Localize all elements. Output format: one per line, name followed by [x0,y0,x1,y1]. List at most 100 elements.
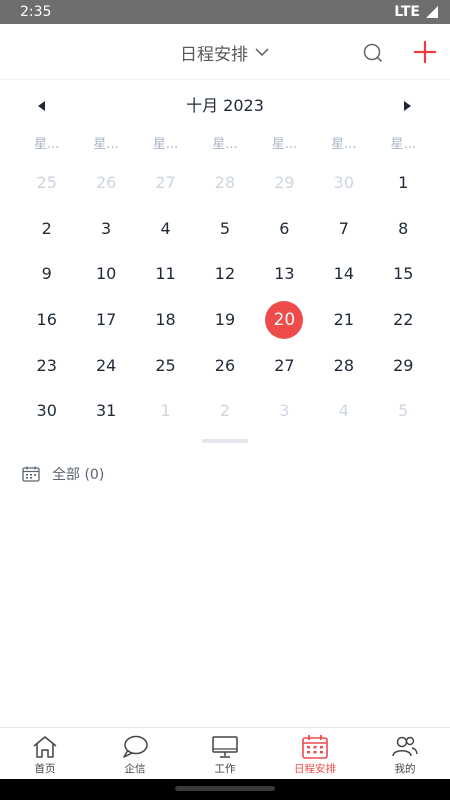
calendar-day[interactable]: 10 [76,251,135,297]
status-time: 2:35 [20,4,52,20]
calendar-day[interactable]: 22 [374,297,433,343]
day-number: 6 [279,218,290,238]
calendar-day[interactable]: 28 [195,160,254,206]
calendar-day[interactable]: 15 [374,251,433,297]
day-number: 26 [95,173,117,193]
calendar-day[interactable]: 31 [76,388,135,434]
day-number: 28 [333,355,354,375]
nav-label: 首页 [34,763,56,775]
calendar-nav: 十月 2023 [0,88,450,124]
day-number: 3 [101,218,112,238]
calendar-day[interactable]: 3 [255,388,314,434]
calendar-day[interactable]: 25 [17,160,76,206]
status-right: LTE [394,4,438,20]
day-number: 29 [393,355,414,375]
next-month-button[interactable] [398,97,416,115]
weekday-label: 星... [390,137,416,152]
calendar-day[interactable]: 21 [314,297,373,343]
day-number: 4 [338,401,349,421]
nav-schedule[interactable]: 日程安排 [270,728,360,779]
calendar-day[interactable]: 30 [17,388,76,434]
weekday-label: 星... [34,137,60,152]
day-number: 19 [214,310,236,330]
calendar-day[interactable]: 26 [76,160,135,206]
calendar-day[interactable]: 2 [195,388,254,434]
day-number: 20 [265,300,304,339]
day-number: 16 [36,310,57,330]
nav-label: 企信 [124,763,146,775]
search-icon[interactable] [361,41,385,65]
day-number: 28 [214,173,236,193]
day-number: 25 [155,355,176,375]
calendar-day[interactable]: 24 [76,342,135,388]
chevron-down-icon [255,48,269,57]
calendar-day[interactable]: 30 [314,160,373,206]
day-number: 5 [219,218,231,238]
day-number: 27 [155,173,176,193]
day-number: 2 [41,218,52,238]
day-number: 3 [279,401,290,421]
calendar-day[interactable]: 25 [136,342,195,388]
calendar-day[interactable]: 29 [255,160,314,206]
day-number: 23 [36,355,57,375]
day-number: 8 [398,218,409,238]
home-icon [33,736,57,758]
calendar-day[interactable]: 9 [17,251,76,297]
calendar-day[interactable]: 5 [374,388,433,434]
calendar-day[interactable]: 3 [76,206,135,252]
weekday-label: 星... [152,137,179,152]
calendar-day[interactable]: 23 [17,342,76,388]
app-header: 日程安排 [0,24,450,80]
nav-label: 工作 [214,763,236,775]
nav-work[interactable]: 工作 [180,728,270,779]
calendar-day[interactable]: 8 [374,206,433,252]
calendar-day[interactable]: 4 [136,206,195,252]
calendar-day[interactable]: 1 [136,388,195,434]
day-number: 17 [95,310,117,330]
day-number: 25 [36,173,57,193]
filter-all[interactable]: 全部 (0) [22,462,104,486]
nav-messages[interactable]: 企信 [90,728,180,779]
calendar-day[interactable]: 5 [195,206,254,252]
day-number: 24 [95,355,117,375]
calendar-day[interactable]: 12 [195,251,254,297]
calendar-day[interactable]: 2 [17,206,76,252]
calendar-day-today[interactable]: 20 [255,297,314,343]
day-number: 10 [95,264,117,284]
calendar-day[interactable]: 11 [136,251,195,297]
day-number: 1 [160,401,171,421]
calendar-day[interactable]: 13 [255,251,314,297]
calendar-day[interactable]: 28 [314,342,373,388]
plus-icon[interactable] [413,40,437,64]
day-number: 14 [333,264,354,284]
calendar-day[interactable]: 7 [314,206,373,252]
calendar-day[interactable]: 17 [76,297,135,343]
home-indicator[interactable] [175,786,275,791]
day-number: 4 [160,218,171,238]
day-number: 30 [333,173,354,193]
day-number: 9 [41,264,52,284]
weekday-label: 星... [271,137,298,152]
arrow-right-icon [403,101,411,111]
calendar-day[interactable]: 1 [374,160,433,206]
calendar-day[interactable]: 16 [17,297,76,343]
nav-mine[interactable]: 我的 [360,728,450,779]
calendar-day[interactable]: 29 [374,342,433,388]
day-number: 26 [214,355,236,375]
calendar-day[interactable]: 26 [195,342,254,388]
calendar-day[interactable]: 6 [255,206,314,252]
weekday-header: 星... 星... 星... 星... 星... 星... 星... [17,134,433,156]
day-number: 11 [155,264,176,284]
day-number: 22 [393,310,414,330]
nav-home[interactable]: 首页 [0,728,90,779]
monitor-icon [212,736,238,758]
calendar-day[interactable]: 4 [314,388,373,434]
calendar-day[interactable]: 18 [136,297,195,343]
calendar-day[interactable]: 14 [314,251,373,297]
people-icon [392,736,418,757]
calendar-drag-handle[interactable] [202,439,248,443]
calendar-day[interactable]: 27 [136,160,195,206]
calendar-day[interactable]: 27 [255,342,314,388]
calendar-day[interactable]: 19 [195,297,254,343]
day-number: 31 [95,401,117,421]
